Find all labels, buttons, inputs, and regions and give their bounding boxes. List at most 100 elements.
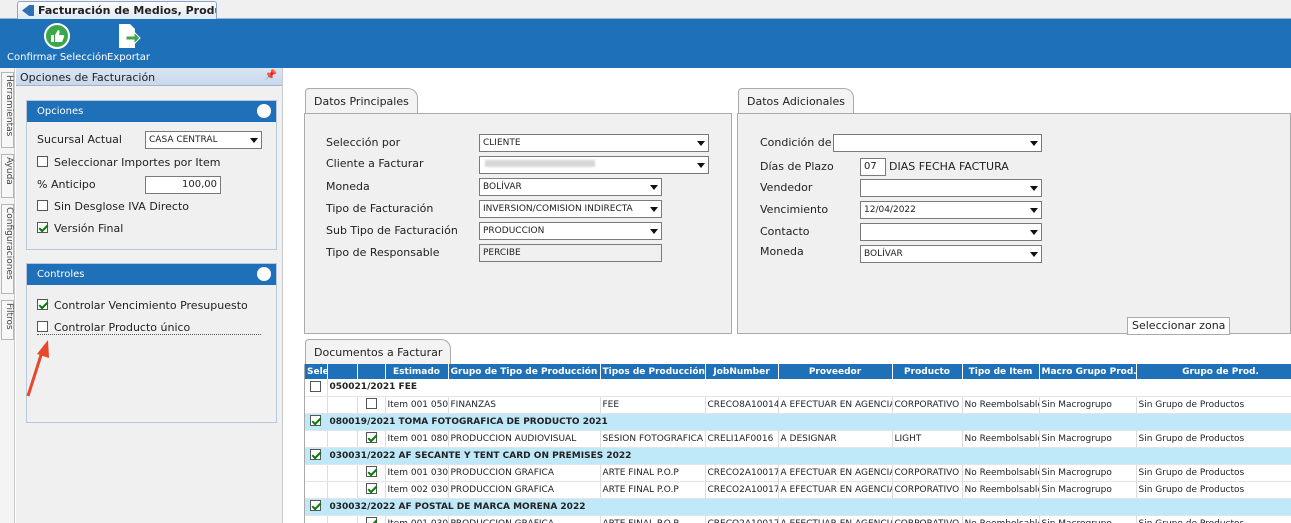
item-cell: CORPORATIVO xyxy=(892,396,963,414)
tipo-facturacion-select[interactable]: INVERSION/COMISION INDIRECTA xyxy=(479,200,662,218)
item-cell: A EFECTUAR EN AGENCIA xyxy=(778,396,893,414)
seleccionar-zona-button[interactable]: Seleccionar zona xyxy=(1127,317,1231,335)
moneda-label: Moneda xyxy=(760,245,804,258)
group-select-cell[interactable] xyxy=(305,447,328,465)
column-header[interactable]: Grupo de Tipo de Producción xyxy=(448,364,601,379)
ribbon-toolbar: Confirmar Selección Exportar xyxy=(0,19,1291,68)
row-checkbox-checked[interactable] xyxy=(310,500,322,511)
item-cell: No Reembolsable xyxy=(962,396,1040,414)
tab-documentos[interactable]: Documentos a Facturar xyxy=(305,339,452,365)
item-cell: FEE xyxy=(600,396,706,414)
seleccion-por-select[interactable]: CLIENTE xyxy=(479,134,709,152)
moneda-select[interactable]: BOLÍVAR xyxy=(479,178,662,196)
pin-icon[interactable]: 📌 xyxy=(265,70,277,81)
row-checkbox-checked[interactable] xyxy=(310,415,322,426)
indent-cell xyxy=(305,481,328,499)
item-cell: LIGHT xyxy=(892,430,963,448)
column-header[interactable]: JobNumber xyxy=(705,364,779,379)
column-header[interactable] xyxy=(327,364,358,379)
column-header[interactable]: Producto xyxy=(892,364,963,379)
version-final-checkbox[interactable]: Versión Final xyxy=(37,222,123,235)
seleccionar-importes-checkbox[interactable]: Seleccionar Importes por Item xyxy=(37,156,220,169)
item-select-cell[interactable] xyxy=(357,430,386,448)
item-cell: Sin Grupo de Productos xyxy=(1136,515,1291,523)
item-cell: Sin Macrogrupo xyxy=(1039,430,1137,448)
side-tab-ayuda[interactable]: Ayuda xyxy=(1,154,14,198)
controles-group: Controles Controlar Vencimiento Presupue… xyxy=(26,263,277,423)
group-select-cell[interactable] xyxy=(305,498,328,516)
item-select-cell[interactable] xyxy=(357,464,386,482)
item-select-cell[interactable] xyxy=(357,515,386,523)
indent-cell xyxy=(305,464,328,482)
column-header[interactable]: Grupo de Prod. xyxy=(1136,364,1291,379)
confirm-selection-button[interactable]: Confirmar Selección xyxy=(7,22,108,63)
dias-plazo-input[interactable]: 07 xyxy=(860,158,886,176)
dias-plazo-suffix: DIAS FECHA FACTURA xyxy=(889,160,1009,173)
row-checkbox-checked[interactable] xyxy=(365,466,377,477)
column-header[interactable] xyxy=(357,364,386,379)
row-checkbox-checked[interactable] xyxy=(310,449,322,460)
dropdown-arrow-icon xyxy=(650,185,658,190)
item-select-cell[interactable] xyxy=(357,396,386,414)
sucursal-select[interactable]: CASA CENTRAL xyxy=(145,131,262,149)
group-select-cell[interactable] xyxy=(305,413,328,431)
tab-title: Facturación de Medios, Producci... xyxy=(38,4,216,17)
contacto-label: Contacto xyxy=(760,225,810,238)
controles-group-header[interactable]: Controles xyxy=(27,264,276,285)
vencimiento-picker[interactable]: 12/04/2022 xyxy=(860,201,1042,219)
column-header[interactable]: Estimado xyxy=(385,364,449,379)
item-row[interactable]: Item 001 030032/2022PRODUCCION GRAFICAAR… xyxy=(305,515,1291,523)
group-row[interactable]: 030031/2022 AF SECANTE Y TENT CARD ON PR… xyxy=(305,447,1291,465)
item-cell: Item 001 030031/2022 xyxy=(385,464,449,482)
row-checkbox-checked[interactable] xyxy=(365,517,377,523)
sin-desglose-label: Sin Desglose IVA Directo xyxy=(54,200,189,213)
tab-facturacion[interactable]: Facturación de Medios, Producci... xyxy=(17,1,217,19)
item-row[interactable]: Item 002 030031/2022PRODUCCION GRAFICAAR… xyxy=(305,481,1291,499)
documentos-grid: Selec EstimadoGrupo de Tipo de Producción… xyxy=(304,364,1291,523)
item-select-cell[interactable] xyxy=(357,481,386,499)
dias-plazo-label: Días de Plazo xyxy=(760,160,834,173)
side-tab-filtros[interactable]: Filtros xyxy=(1,300,14,340)
controlar-producto-checkbox[interactable]: Controlar Producto único xyxy=(37,321,261,335)
options-panel-header: Opciones de Facturación 📌 xyxy=(16,68,282,86)
controlar-vencimiento-checkbox[interactable]: Controlar Vencimiento Presupuesto xyxy=(37,299,248,312)
sucursal-value: CASA CENTRAL xyxy=(149,135,218,145)
column-header[interactable]: Proveedor xyxy=(778,364,893,379)
item-row[interactable]: Item 001 030031/2022PRODUCCION GRAFICAAR… xyxy=(305,464,1291,482)
row-checkbox-checked[interactable] xyxy=(365,483,377,494)
column-header[interactable]: Tipos de Producción xyxy=(600,364,706,379)
anticipo-input[interactable]: 100,00 xyxy=(145,176,221,194)
column-header[interactable]: Macro Grupo Prod. xyxy=(1039,364,1137,379)
documentos-table: Selec EstimadoGrupo de Tipo de Producción… xyxy=(305,364,1291,523)
row-checkbox[interactable] xyxy=(365,398,377,409)
side-tab-herramientas[interactable]: Herramientas xyxy=(1,72,14,148)
sin-desglose-checkbox[interactable]: Sin Desglose IVA Directo xyxy=(37,200,189,213)
item-cell: Sin Macrogrupo xyxy=(1039,515,1137,523)
tab-datos-principales[interactable]: Datos Principales xyxy=(305,88,418,114)
condicion-pago-select[interactable] xyxy=(833,134,1042,152)
item-row[interactable]: Item 001 050021/2021FINANZASFEECRECO8A10… xyxy=(305,396,1291,414)
column-header[interactable]: Selec xyxy=(305,364,328,379)
contacto-select[interactable] xyxy=(860,223,1042,241)
group-row[interactable]: 030032/2022 AF POSTAL DE MARCA MORENA 20… xyxy=(305,498,1291,516)
group-select-cell[interactable] xyxy=(305,379,328,397)
row-checkbox[interactable] xyxy=(310,380,322,392)
tab-datos-adicionales[interactable]: Datos Adicionales xyxy=(738,88,854,114)
column-header[interactable]: Tipo de Item xyxy=(962,364,1040,379)
collapse-icon[interactable] xyxy=(257,104,271,118)
row-checkbox-checked[interactable] xyxy=(365,432,377,443)
grid-body: 050021/2021 FEEItem 001 050021/2021FINAN… xyxy=(305,379,1291,523)
cliente-select[interactable] xyxy=(479,156,709,174)
side-tab-configuraciones[interactable]: Configuraciones xyxy=(1,204,14,294)
vendedor-select[interactable] xyxy=(860,179,1042,197)
group-row[interactable]: 050021/2021 FEE xyxy=(305,379,1291,397)
sub-tipo-facturacion-select[interactable]: PRODUCCION xyxy=(479,222,662,240)
opciones-group-header[interactable]: Opciones xyxy=(27,101,276,122)
moneda-adicional-select[interactable]: BOLÍVAR xyxy=(860,245,1042,263)
group-row[interactable]: 080019/2021 TOMA FOTOGRAFICA DE PRODUCTO… xyxy=(305,413,1291,431)
collapse-icon[interactable] xyxy=(257,267,271,281)
dropdown-arrow-icon xyxy=(650,207,658,212)
export-button[interactable]: Exportar xyxy=(107,22,150,63)
item-cell: Sin Grupo de Productos xyxy=(1136,464,1291,482)
item-row[interactable]: Item 001 080019/2021PRODUCCION AUDIOVISU… xyxy=(305,430,1291,448)
